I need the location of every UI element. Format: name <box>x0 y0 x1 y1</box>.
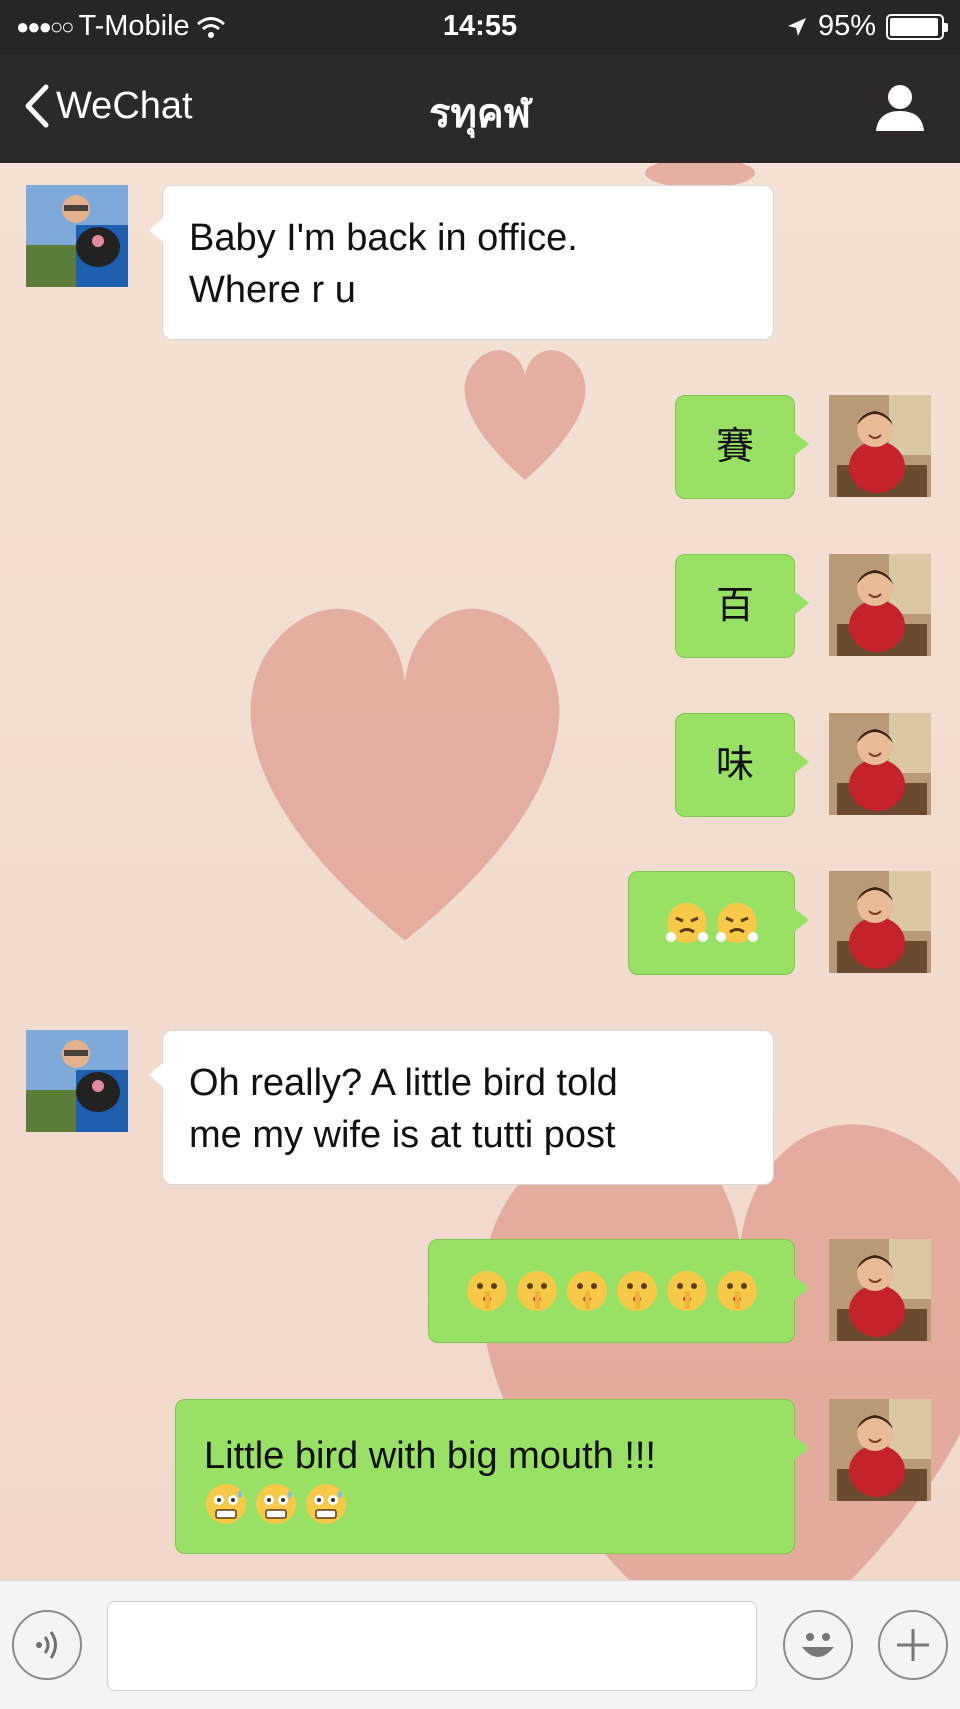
message-bubble-outgoing[interactable] <box>628 871 809 975</box>
status-right: 95% <box>786 10 948 43</box>
message-bubble-outgoing[interactable]: 百 <box>675 554 809 658</box>
smiley-icon <box>802 1633 834 1657</box>
my-avatar[interactable] <box>829 1399 931 1501</box>
more-button[interactable] <box>878 1610 948 1680</box>
chevron-left-icon <box>25 84 49 128</box>
message-text: Oh really? A little bird told <box>189 1062 618 1104</box>
back-label: WeChat <box>56 84 193 127</box>
my-avatar[interactable] <box>829 1239 931 1341</box>
battery-fill <box>890 17 938 36</box>
angry-steam-emoji <box>665 903 708 943</box>
voice-icon <box>36 1631 57 1659</box>
status-bar: ●●●○○ T-Mobile 14:55 95% <box>0 0 960 55</box>
emoji-button[interactable] <box>783 1610 853 1680</box>
input-bar <box>0 1580 960 1709</box>
battery-percent: 95% <box>817 10 876 42</box>
scared-sweat-emoji <box>306 1484 346 1524</box>
message-bubble-outgoing[interactable] <box>428 1239 809 1343</box>
message-text: Where r u <box>189 269 356 311</box>
message-text: 百 <box>715 585 754 627</box>
my-avatar[interactable] <box>829 554 931 656</box>
message-text: 賽 <box>715 426 754 468</box>
shush-emoji <box>516 1271 557 1311</box>
nav-bar: WeChat รทุคฬ <box>0 55 960 163</box>
person-icon[interactable] <box>874 81 926 133</box>
scared-sweat-emoji <box>206 1484 246 1524</box>
plus-icon <box>897 1629 929 1661</box>
message-bubble-outgoing[interactable]: 味 <box>675 713 809 817</box>
message-text: 味 <box>715 744 754 786</box>
emoji-row <box>204 1482 766 1526</box>
contact-avatar[interactable] <box>26 185 128 287</box>
contact-avatar[interactable] <box>26 1030 128 1132</box>
message-text: Little bird with big mouth !!! <box>204 1435 656 1477</box>
shush-emoji <box>716 1271 757 1311</box>
message-bubble-incoming[interactable]: Oh really? A little bird told me my wife… <box>149 1030 774 1185</box>
shush-emoji <box>566 1271 607 1311</box>
emoji-row <box>665 901 759 945</box>
message-bubble-outgoing[interactable]: Little bird with big mouth !!! <box>175 1399 809 1554</box>
back-button[interactable]: WeChat <box>22 83 193 129</box>
my-avatar[interactable] <box>829 713 931 815</box>
voice-button[interactable] <box>12 1610 82 1680</box>
my-avatar[interactable] <box>829 395 931 497</box>
shush-emoji <box>616 1271 657 1311</box>
message-bubble-incoming[interactable]: Baby I'm back in office. Where r u <box>149 185 774 340</box>
shush-emoji <box>666 1271 707 1311</box>
message-input[interactable] <box>107 1601 757 1691</box>
message-text: Baby I'm back in office. <box>189 217 578 259</box>
message-text: me my wife is at tutti post <box>189 1114 616 1156</box>
chat-area[interactable]: Baby I'm back in office. Where r u 賽 百 味 <box>0 163 960 1580</box>
angry-steam-emoji <box>715 903 758 943</box>
scared-sweat-emoji <box>256 1484 296 1524</box>
my-avatar[interactable] <box>829 871 931 973</box>
emoji-row <box>465 1269 759 1313</box>
message-bubble-outgoing[interactable]: 賽 <box>675 395 809 499</box>
heart-decoration <box>250 608 560 941</box>
location-arrow-icon <box>787 17 806 36</box>
shush-emoji <box>466 1271 507 1311</box>
heart-decoration <box>464 350 586 480</box>
battery-icon <box>886 13 948 40</box>
